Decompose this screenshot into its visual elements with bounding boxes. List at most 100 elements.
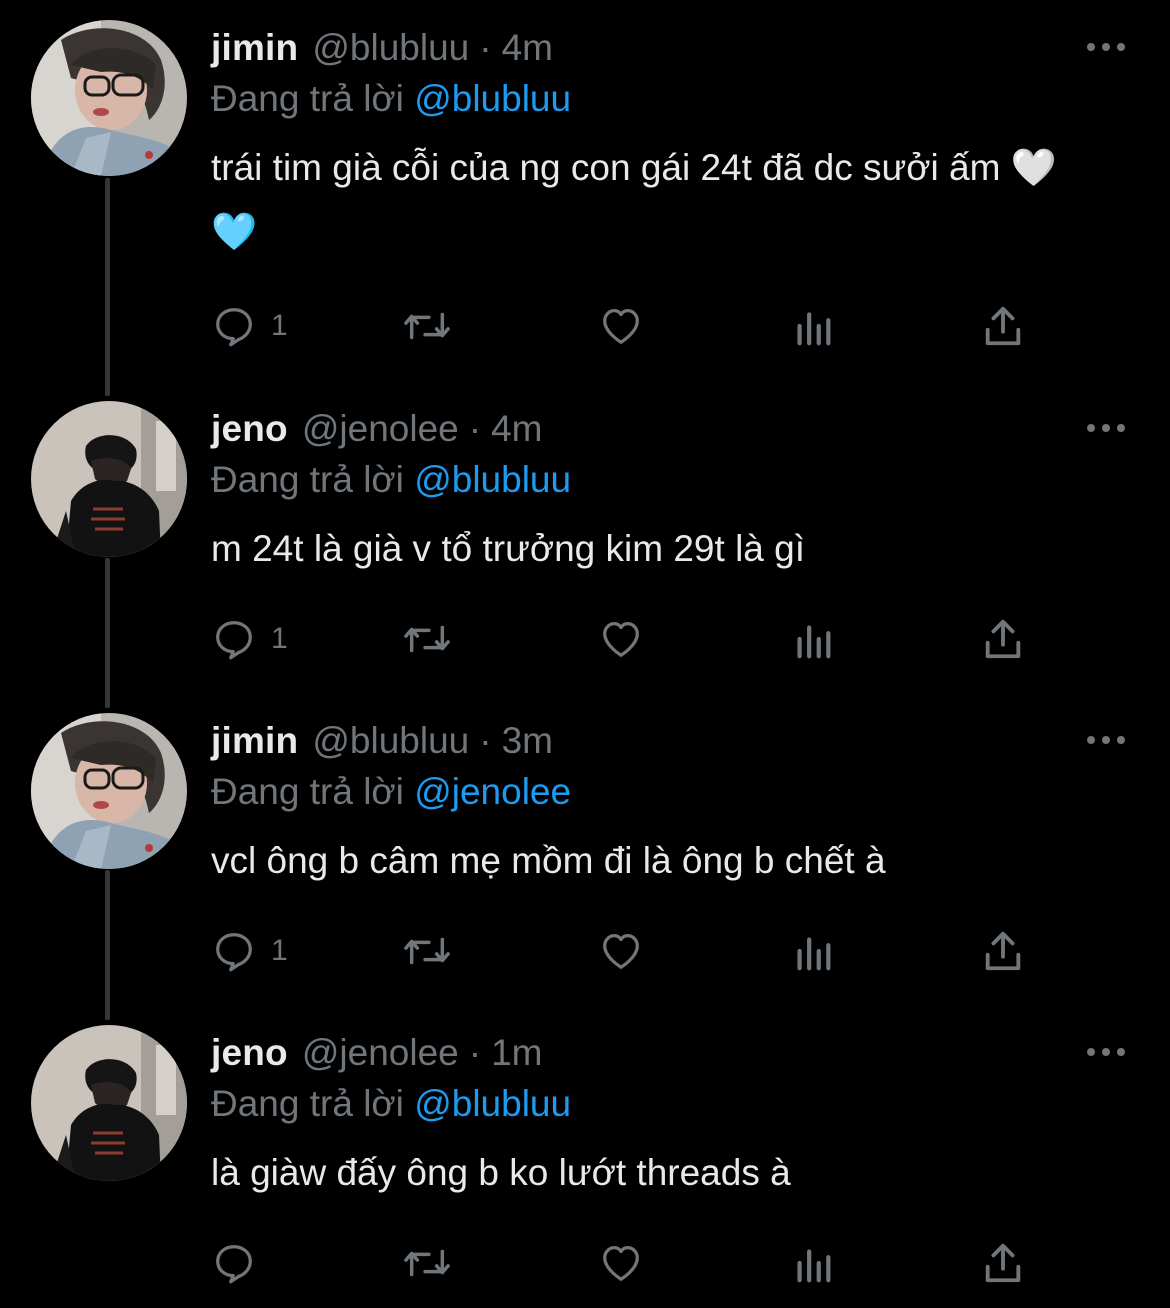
replying-to: Đang trả lời @jenolee (211, 771, 571, 813)
tweet-actions: 1 (211, 613, 1041, 665)
separator-dot: · (468, 408, 482, 449)
views-button[interactable] (793, 300, 833, 352)
tweet-header: jeno @jenolee · 1m (211, 1031, 543, 1075)
views-bar-chart-icon (797, 1249, 831, 1283)
tweet[interactable]: jeno @jenolee · 1m Đang trả lời @blubluu… (0, 1005, 1170, 1308)
tweet[interactable]: jeno @jenolee · 4m Đang trả lời @blubluu… (0, 381, 1170, 693)
avatar[interactable] (31, 1025, 187, 1181)
reply-button[interactable]: 1 (211, 925, 288, 977)
tweet-header: jimin @blubluu · 3m (211, 719, 553, 763)
reply-count: 1 (271, 934, 288, 967)
reply-button[interactable]: 1 (211, 300, 288, 352)
avatar[interactable] (31, 713, 187, 869)
replying-to-label: Đang trả lời (211, 771, 404, 812)
tweet-text: là giàw đấy ông b ko lướt threads à (211, 1152, 791, 1193)
jeno-avatar (31, 401, 187, 557)
heart-icon (603, 309, 639, 344)
replying-to: Đang trả lời @blubluu (211, 1083, 571, 1125)
reply-count: 1 (271, 622, 288, 655)
tweet-text: trái tim già cỗi của ng con gái 24t đã d… (211, 147, 1057, 252)
timestamp[interactable]: 3m (502, 720, 553, 762)
more-dots-icon[interactable] (1086, 423, 1126, 433)
tweet-actions (211, 1237, 1041, 1289)
reply-thread: jimin @blubluu · 4m Đang trả lời @blublu… (0, 0, 1170, 1308)
tweet-actions: 1 (211, 300, 1041, 352)
display-name[interactable]: jimin (211, 27, 298, 69)
retweet-icon (404, 937, 450, 965)
reply-bubble-icon (216, 308, 252, 347)
reply-button[interactable] (211, 1237, 271, 1289)
replying-to: Đang trả lời @blubluu (211, 459, 571, 501)
like-button[interactable] (597, 613, 645, 665)
timestamp[interactable]: 4m (491, 408, 542, 450)
separator-dot: · (479, 27, 492, 68)
share-upload-icon (985, 1243, 1021, 1283)
jimin-avatar (31, 713, 187, 869)
replying-to: Đang trả lời @blubluu (211, 78, 571, 120)
replying-to-label: Đang trả lời (211, 459, 404, 500)
heart-icon (603, 934, 639, 969)
replying-to-handle[interactable]: @blubluu (414, 1083, 571, 1124)
retweet-button[interactable] (399, 1237, 455, 1289)
retweet-icon (404, 312, 450, 340)
heart-icon (603, 622, 639, 657)
like-button[interactable] (597, 300, 645, 352)
jeno-avatar (31, 1025, 187, 1181)
views-button[interactable] (793, 1237, 833, 1289)
avatar[interactable] (31, 401, 187, 557)
reply-button[interactable]: 1 (211, 613, 288, 665)
replying-to-handle[interactable]: @jenolee (414, 771, 571, 812)
tweet-header: jeno @jenolee · 4m (211, 407, 543, 451)
retweet-icon (404, 1249, 450, 1277)
timestamp[interactable]: 1m (491, 1032, 542, 1074)
like-button[interactable] (597, 925, 645, 977)
share-upload-icon (985, 931, 1021, 971)
views-bar-chart-icon (797, 625, 831, 659)
share-button[interactable] (981, 613, 1025, 665)
views-bar-chart-icon (797, 937, 831, 971)
reply-count: 1 (271, 309, 288, 342)
username-handle[interactable]: @jenolee (302, 408, 459, 450)
tweet-actions: 1 (211, 925, 1041, 977)
username-handle[interactable]: @blubluu (312, 720, 469, 762)
share-button[interactable] (981, 925, 1025, 977)
views-button[interactable] (793, 613, 833, 665)
display-name[interactable]: jeno (211, 408, 288, 450)
tweet-text: vcl ông b câm mẹ mồm đi là ông b chết à (211, 840, 886, 881)
tweet[interactable]: jimin @blubluu · 3m Đang trả lời @jenole… (0, 693, 1170, 1005)
more-dots-icon[interactable] (1086, 42, 1126, 52)
username-handle[interactable]: @jenolee (302, 1032, 459, 1074)
display-name[interactable]: jimin (211, 720, 298, 762)
share-upload-icon (985, 306, 1021, 346)
replying-to-label: Đang trả lời (211, 1083, 404, 1124)
replying-to-handle[interactable]: @blubluu (414, 78, 571, 119)
share-button[interactable] (981, 1237, 1025, 1289)
views-bar-chart-icon (797, 312, 831, 346)
retweet-button[interactable] (399, 613, 455, 665)
replying-to-label: Đang trả lời (211, 78, 404, 119)
tweet[interactable]: jimin @blubluu · 4m Đang trả lời @blublu… (0, 0, 1170, 380)
heart-icon (603, 1246, 639, 1281)
share-button[interactable] (981, 300, 1025, 352)
share-upload-icon (985, 619, 1021, 659)
reply-bubble-icon (216, 621, 252, 660)
separator-dot: · (468, 1032, 482, 1073)
more-dots-icon[interactable] (1086, 735, 1126, 745)
timestamp[interactable]: 4m (502, 27, 553, 69)
retweet-button[interactable] (399, 300, 455, 352)
replying-to-handle[interactable]: @blubluu (414, 459, 571, 500)
retweet-icon (404, 625, 450, 653)
like-button[interactable] (597, 1237, 645, 1289)
views-button[interactable] (793, 925, 833, 977)
retweet-button[interactable] (399, 925, 455, 977)
separator-dot: · (479, 720, 492, 761)
reply-bubble-icon (216, 1245, 252, 1284)
tweet-header: jimin @blubluu · 4m (211, 26, 553, 70)
reply-bubble-icon (216, 933, 252, 972)
avatar[interactable] (31, 20, 187, 176)
jimin-avatar (31, 20, 187, 176)
more-dots-icon[interactable] (1086, 1047, 1126, 1057)
tweet-text: m 24t là già v tổ trưởng kim 29t là gì (211, 528, 806, 569)
display-name[interactable]: jeno (211, 1032, 288, 1074)
username-handle[interactable]: @blubluu (312, 27, 469, 69)
